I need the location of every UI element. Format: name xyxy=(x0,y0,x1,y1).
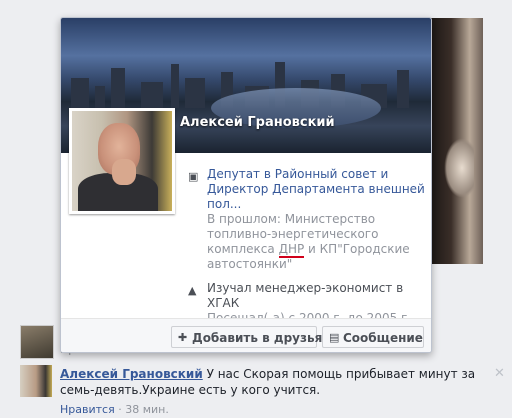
add-friend-label: Добавить в друзья xyxy=(192,331,323,345)
add-friend-icon: ✚ xyxy=(178,331,188,344)
profile-picture[interactable] xyxy=(69,108,175,214)
previous-comment-avatar[interactable] xyxy=(20,325,54,359)
education-text: Изучал менеджер-экономист в ХГАК xyxy=(207,281,404,310)
comment-meta: Нравится · 38 мин. xyxy=(60,403,169,416)
message-button[interactable]: ▤ Сообщение xyxy=(322,326,424,348)
profile-hovercard: Алексей Грановский ▣ Депутат в Районный … xyxy=(60,17,432,353)
past-work-highlight: ДНР xyxy=(278,242,305,258)
profile-name[interactable]: Алексей Грановский xyxy=(180,115,335,130)
post-photo[interactable] xyxy=(430,18,483,264)
comment-author-link[interactable]: Алексей Грановский xyxy=(60,367,203,381)
work-info-row: ▣ Депутат в Районный совет и Директор Де… xyxy=(185,167,425,272)
comment-avatar[interactable] xyxy=(20,365,52,397)
message-icon: ▤ xyxy=(329,331,340,344)
close-icon[interactable]: ✕ xyxy=(494,366,505,381)
hovercard-pointer xyxy=(78,343,94,351)
graduation-cap-icon: ▲ xyxy=(188,284,197,297)
add-friend-button[interactable]: ✚ Добавить в друзья xyxy=(171,326,322,348)
like-link[interactable]: Нравится xyxy=(60,403,115,416)
meta-separator: · xyxy=(114,403,126,416)
message-label: Сообщение xyxy=(343,331,423,345)
briefcase-icon: ▣ xyxy=(188,170,199,183)
hovercard-footer: ✚ Добавить в друзья ▤ Сообщение xyxy=(61,318,431,352)
work-title-link[interactable]: Депутат в Районный совет и Директор Депа… xyxy=(207,167,425,212)
profile-info: ▣ Депутат в Районный совет и Директор Де… xyxy=(185,167,425,326)
comment-body: Алексей Грановский У нас Скорая помощь п… xyxy=(60,366,480,398)
past-work-text: В прошлом: Министерство топливно-энергет… xyxy=(207,212,425,272)
comment-time[interactable]: 38 мин. xyxy=(125,403,169,416)
